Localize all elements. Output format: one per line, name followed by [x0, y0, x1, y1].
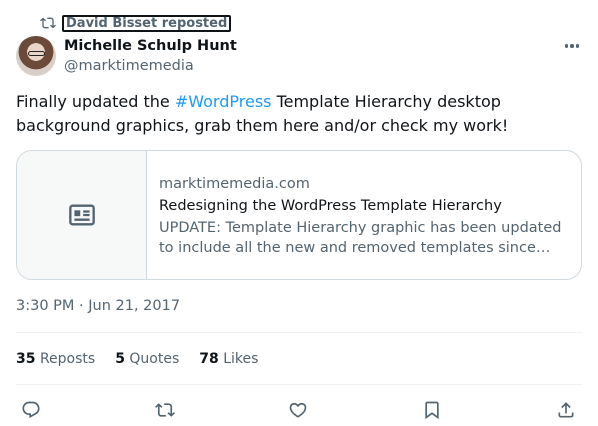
likes-stat[interactable]: 78 Likes: [199, 350, 258, 368]
repost-label[interactable]: David Bisset reposted: [62, 15, 232, 32]
repost-icon: [155, 403, 175, 417]
hashtag-link[interactable]: #WordPress: [175, 92, 272, 111]
repost-indicator: [40, 14, 56, 32]
card-description: UPDATE: Template Hierarchy graphic has b…: [159, 220, 562, 256]
avatar[interactable]: [16, 36, 56, 76]
author-name[interactable]: Michelle Schulp Hunt: [64, 37, 237, 55]
like-icon: [289, 402, 307, 418]
bookmark-icon: [425, 401, 439, 420]
card-thumbnail: [17, 151, 147, 279]
more-options-icon[interactable]: [561, 38, 583, 54]
share-icon: [558, 402, 574, 418]
divider: [16, 332, 582, 333]
article-icon: [68, 204, 95, 226]
quotes-stat[interactable]: 5 Quotes: [115, 350, 179, 368]
like-button[interactable]: [287, 398, 309, 422]
link-card[interactable]: marktimemedia.com Redesigning the WordPr…: [16, 150, 582, 280]
card-domain: marktimemedia.com: [159, 176, 310, 192]
engagement-stats: 35 Reposts 5 Quotes 78 Likes: [16, 350, 258, 368]
reply-icon: [22, 401, 40, 419]
reply-button[interactable]: [20, 398, 42, 422]
repost-button[interactable]: [154, 398, 176, 422]
card-title: Redesigning the WordPress Template Hiera…: [159, 198, 502, 214]
action-bar: [16, 398, 582, 422]
divider: [16, 384, 582, 385]
tweet-text: Finally updated the #WordPress Template …: [16, 92, 509, 135]
repost-icon: [40, 17, 56, 29]
bookmark-button[interactable]: [421, 398, 443, 422]
reposts-stat[interactable]: 35 Reposts: [16, 350, 95, 368]
tweet-timestamp[interactable]: 3:30 PM · Jun 21, 2017: [16, 297, 180, 315]
share-button[interactable]: [555, 398, 577, 422]
author-handle[interactable]: @marktimemedia: [64, 57, 194, 75]
